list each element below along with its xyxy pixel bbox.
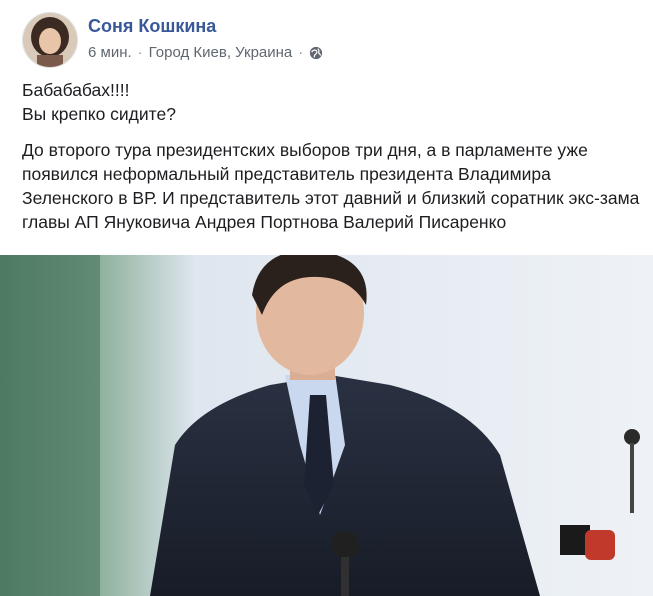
avatar-image <box>23 13 77 67</box>
photo-image <box>0 255 653 596</box>
globe-icon[interactable] <box>309 46 323 60</box>
post-text-line: Бабабабах!!!! <box>22 80 130 100</box>
author-name[interactable]: Соня Кошкина <box>88 16 216 37</box>
meta-separator: · <box>137 44 143 61</box>
meta-separator: · <box>298 44 304 61</box>
post-text-paragraph: До второго тура президентских выборов тр… <box>22 140 640 232</box>
post-text-line: Вы крепко сидите? <box>22 104 176 124</box>
author-avatar[interactable] <box>22 12 78 68</box>
post-header: Соня Кошкина 6 мин. · Город Киев, Украин… <box>22 12 642 68</box>
post-time[interactable]: 6 мин. <box>88 44 132 61</box>
post-text: Бабабабах!!!! Вы крепко сидите? До второ… <box>22 78 642 234</box>
post-meta: 6 мин. · Город Киев, Украина · <box>88 44 323 61</box>
post-location[interactable]: Город Киев, Украина <box>149 44 293 61</box>
post-photo[interactable] <box>0 255 653 596</box>
